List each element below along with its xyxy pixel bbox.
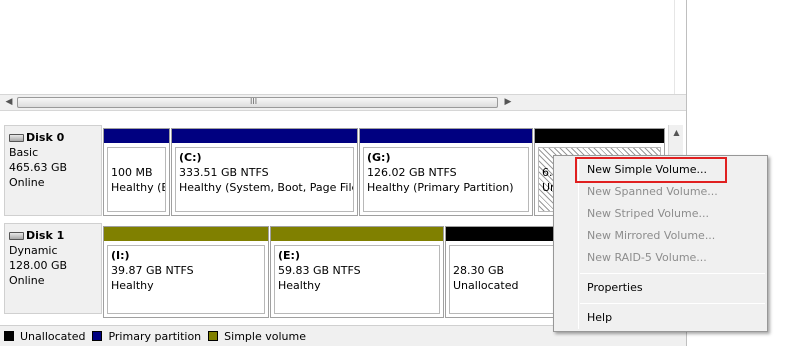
menu-item-new-raid5-volume[interactable]: New RAID-5 Volume... xyxy=(587,249,707,267)
scrollbar-thumb[interactable]: III xyxy=(17,97,498,108)
legend-primary-partition: Primary partition xyxy=(92,330,201,343)
partition-letter: (I:) xyxy=(111,249,130,262)
disk-0-name: Disk 0 xyxy=(9,130,101,145)
partition-letter: (C:) xyxy=(179,151,202,164)
scroll-right-arrow-icon[interactable]: ▶ xyxy=(501,95,515,110)
disk-1-label[interactable]: Disk 1 Dynamic 128.00 GB Online xyxy=(4,223,102,314)
disk-1-size: 128.00 GB xyxy=(9,259,68,272)
disk-0-partition-c[interactable]: (C:) 333.51 GB NTFS Healthy (System, Boo… xyxy=(171,128,358,216)
menu-item-help[interactable]: Help xyxy=(587,309,612,327)
partition-size: 333.51 GB NTFS xyxy=(179,166,269,179)
disk-1-partition-e[interactable]: (E:) 59.83 GB NTFS Healthy xyxy=(270,226,444,318)
disk-0-partition-system-reserved[interactable]: 100 MB Healthy (E xyxy=(103,128,170,216)
horizontal-scrollbar[interactable]: ◀ III ▶ xyxy=(0,94,686,111)
hard-disk-icon xyxy=(9,231,24,240)
partition-size: 59.83 GB NTFS xyxy=(278,264,361,277)
partition-size: 100 MB xyxy=(111,166,153,179)
disk-1-status: Online xyxy=(9,274,45,287)
menu-item-new-mirrored-volume[interactable]: New Mirrored Volume... xyxy=(587,227,715,245)
disk-1-partition-i[interactable]: (I:) 39.87 GB NTFS Healthy xyxy=(103,226,269,318)
scrollbar-grip-icon: III xyxy=(250,97,258,106)
scroll-up-arrow-icon[interactable]: ▲ xyxy=(669,125,684,140)
simple-volume-swatch-icon xyxy=(208,331,219,341)
menu-separator xyxy=(580,303,765,304)
disk-0-type: Basic xyxy=(9,146,39,159)
disk-0-label[interactable]: Disk 0 Basic 465.63 GB Online xyxy=(4,125,102,216)
partition-status: Healthy xyxy=(111,279,154,292)
partition-size: 126.02 GB NTFS xyxy=(367,166,457,179)
highlight-annotation-box xyxy=(575,157,727,183)
primary-partition-swatch-icon xyxy=(92,331,103,341)
scroll-left-arrow-icon[interactable]: ◀ xyxy=(2,95,16,110)
volume-list-vertical-scrollbar[interactable] xyxy=(674,0,686,94)
menu-separator xyxy=(580,273,765,274)
partition-status: Healthy (System, Boot, Page File, xyxy=(179,181,354,194)
partition-status: Healthy (Primary Partition) xyxy=(367,181,514,194)
menu-item-properties[interactable]: Properties xyxy=(587,279,643,297)
partition-status: Healthy xyxy=(278,279,321,292)
legend-simple-volume: Simple volume xyxy=(208,330,306,343)
disk-1-name: Disk 1 xyxy=(9,228,101,243)
menu-item-new-striped-volume[interactable]: New Striped Volume... xyxy=(587,205,709,223)
partition-size: 39.87 GB NTFS xyxy=(111,264,194,277)
partition-status: Healthy (E xyxy=(111,181,166,194)
volume-list-pane xyxy=(0,0,686,94)
partition-letter: (E:) xyxy=(278,249,300,262)
disk-0-partition-g[interactable]: (G:) 126.02 GB NTFS Healthy (Primary Par… xyxy=(359,128,533,216)
hard-disk-icon xyxy=(9,133,24,142)
disk-0-size: 465.63 GB xyxy=(9,161,68,174)
disk-0-status: Online xyxy=(9,176,45,189)
legend-unallocated: Unallocated xyxy=(4,330,85,343)
menu-item-new-spanned-volume[interactable]: New Spanned Volume... xyxy=(587,183,718,201)
unallocated-swatch-icon xyxy=(4,331,14,341)
partition-letter: (G:) xyxy=(367,151,391,164)
disk-1-type: Dynamic xyxy=(9,244,58,257)
